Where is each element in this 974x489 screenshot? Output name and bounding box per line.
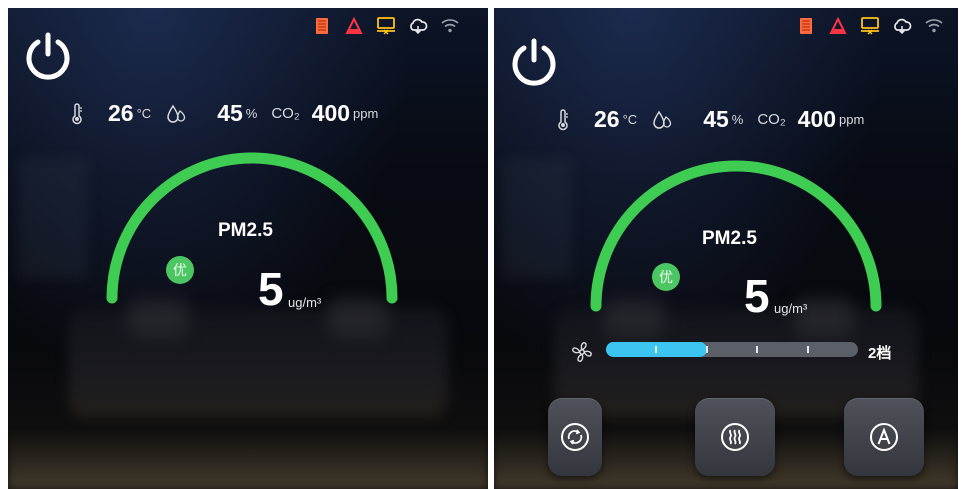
- humidity-value: 45: [217, 100, 243, 126]
- humidity-icon: [165, 104, 187, 124]
- pm25-title: PM2.5: [218, 220, 273, 241]
- co2-unit: ppm: [839, 112, 865, 127]
- power-icon: [26, 32, 70, 80]
- filter-icon: [796, 16, 816, 36]
- cloud-icon: [892, 16, 912, 36]
- power-button[interactable]: [508, 36, 560, 88]
- fan-speed-tick: [806, 346, 809, 353]
- fan-speed-tick: [705, 346, 708, 353]
- sensor-row: 26 °C 45 % CO₂ 400 ppm: [556, 106, 864, 133]
- air-quality-badge: 优: [166, 256, 194, 284]
- temperature-unit: °C: [622, 112, 638, 127]
- pm25-unit: ug/m³: [774, 301, 808, 316]
- fan-speed-slider[interactable]: [606, 342, 858, 357]
- status-bar: [796, 16, 944, 36]
- power-icon: [512, 38, 556, 86]
- humidity-icon: [651, 110, 673, 130]
- cycle-mode-button[interactable]: [548, 398, 602, 476]
- fan-level-label: 2档: [868, 345, 892, 362]
- fan-speed-tick: [655, 346, 658, 353]
- alert-icon: [828, 16, 848, 36]
- auto-mode-button[interactable]: [844, 398, 924, 476]
- pm25-unit: ug/m³: [288, 295, 322, 310]
- background-sofa: [68, 308, 448, 418]
- auto-mode-icon: [870, 423, 898, 451]
- pm25-value: 5: [258, 263, 284, 315]
- co2-label: CO₂: [271, 105, 300, 122]
- wifi-icon: [440, 16, 460, 36]
- background-shelf: [18, 158, 88, 278]
- thermometer-icon: [70, 102, 84, 125]
- pm25-value: 5: [744, 270, 770, 322]
- device-screen-right: 26 °C 45 % CO₂ 400 ppm PM2.5 优 5 ug/m³ 2…: [494, 8, 958, 489]
- temperature-value: 26: [594, 106, 620, 132]
- cloud-icon: [408, 16, 428, 36]
- humidity-unit: %: [731, 112, 744, 127]
- background-shelf: [502, 158, 572, 278]
- display-off-icon: [860, 16, 880, 36]
- air-quality-badge: 优: [652, 263, 680, 291]
- device-screen-left: 26 °C 45 % CO₂ 400 ppm PM2.5 优 5 ug/m³: [8, 8, 488, 489]
- temperature-value: 26: [108, 100, 134, 126]
- humidity-unit: %: [245, 106, 258, 121]
- pm25-title: PM2.5: [702, 228, 757, 249]
- status-bar: [312, 16, 460, 36]
- co2-value: 400: [311, 100, 351, 126]
- heat-mode-button[interactable]: [695, 398, 775, 476]
- filter-icon: [312, 16, 332, 36]
- co2-value: 400: [797, 106, 837, 132]
- power-button[interactable]: [22, 30, 74, 82]
- wifi-icon: [924, 16, 944, 36]
- sensor-row: 26 °C 45 % CO₂ 400 ppm: [70, 100, 378, 127]
- display-off-icon: [376, 16, 396, 36]
- heat-mode-icon: [721, 423, 749, 451]
- humidity-value: 45: [703, 106, 729, 132]
- cycle-mode-icon: [561, 423, 589, 451]
- fan-icon: [570, 340, 594, 369]
- fan-speed-tick: [756, 346, 759, 353]
- alert-icon: [344, 16, 364, 36]
- co2-label: CO₂: [757, 111, 786, 128]
- temperature-unit: °C: [136, 106, 152, 121]
- background-floor: [8, 429, 488, 489]
- thermometer-icon: [556, 108, 570, 131]
- co2-unit: ppm: [353, 106, 379, 121]
